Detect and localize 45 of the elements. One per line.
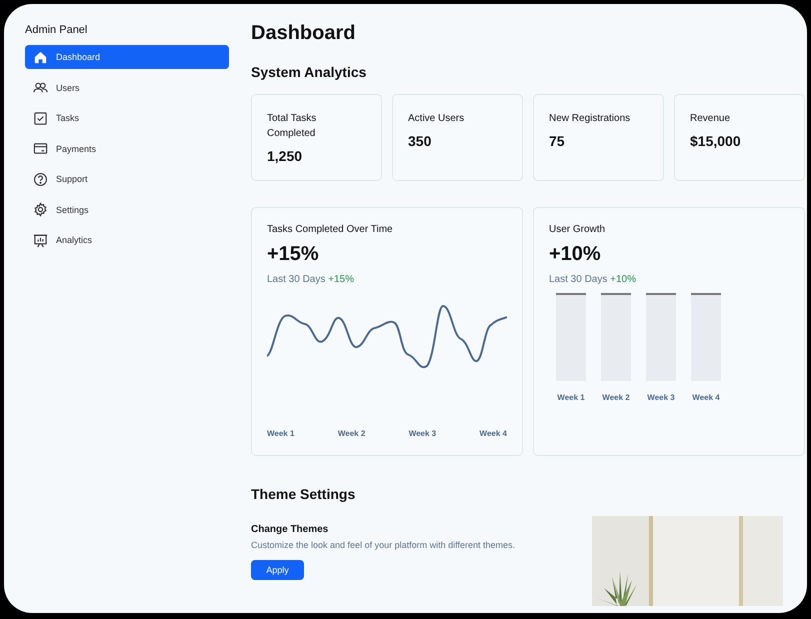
stat-label: New Registrations bbox=[549, 112, 632, 126]
change-label: +15% bbox=[328, 274, 354, 285]
presentation-icon bbox=[33, 232, 48, 248]
stat-label: Revenue bbox=[690, 112, 732, 126]
chart-value: +10% bbox=[549, 243, 602, 266]
period-label: Last 30 Days bbox=[549, 274, 608, 285]
chart-title: Tasks Completed Over Time bbox=[267, 224, 394, 235]
apply-button[interactable]: Apply bbox=[251, 560, 304, 580]
sidebar-item[interactable]: Payments bbox=[25, 136, 229, 160]
axis-label: Week 1 bbox=[267, 429, 294, 438]
axis-label: Week 4 bbox=[480, 429, 507, 438]
section-heading: System Analytics bbox=[251, 64, 368, 80]
axis-label: Week 2 bbox=[338, 429, 366, 438]
sidebar-item[interactable]: Settings bbox=[25, 198, 229, 222]
sidebar-item[interactable]: Analytics bbox=[25, 228, 229, 252]
change-label: +10% bbox=[610, 274, 636, 285]
home-icon bbox=[33, 50, 48, 64]
checkbox-icon bbox=[33, 110, 48, 126]
settings-icon bbox=[33, 202, 48, 217]
sidebar-item[interactable]: Users bbox=[25, 76, 229, 100]
users-icon bbox=[33, 80, 48, 95]
period-label: Last 30 Days bbox=[267, 274, 326, 285]
sidebar-item[interactable]: Support bbox=[25, 167, 229, 191]
sidebar-item[interactable]: Dashboard bbox=[25, 45, 229, 69]
stat-value: 350 bbox=[408, 133, 432, 149]
chart-title: User Growth bbox=[549, 224, 606, 235]
help-icon bbox=[33, 172, 48, 186]
chart-value: +15% bbox=[267, 243, 320, 266]
stat-label: Active Users bbox=[408, 112, 466, 126]
sidebar-item[interactable]: Tasks bbox=[25, 106, 229, 130]
stat-value: $15,000 bbox=[690, 133, 742, 149]
axis-label: Week 1 bbox=[557, 393, 585, 402]
theme-description: Customize the look and feel of your platform with different themes. bbox=[251, 540, 515, 550]
axis-label: Week 4 bbox=[692, 393, 720, 402]
theme-title: Change Themes bbox=[251, 524, 330, 535]
axis-label: Week 2 bbox=[602, 393, 630, 402]
card-icon bbox=[33, 141, 48, 156]
stat-label: Total Tasks Completed bbox=[267, 112, 318, 141]
sidebar-title: Admin Panel bbox=[25, 24, 88, 36]
page-title: Dashboard bbox=[251, 22, 356, 46]
stat-value: 75 bbox=[549, 133, 566, 149]
section-heading: Theme Settings bbox=[251, 486, 356, 502]
stat-value: 1,250 bbox=[267, 148, 304, 164]
axis-label: Week 3 bbox=[408, 429, 436, 438]
axis-label: Week 3 bbox=[647, 393, 675, 402]
